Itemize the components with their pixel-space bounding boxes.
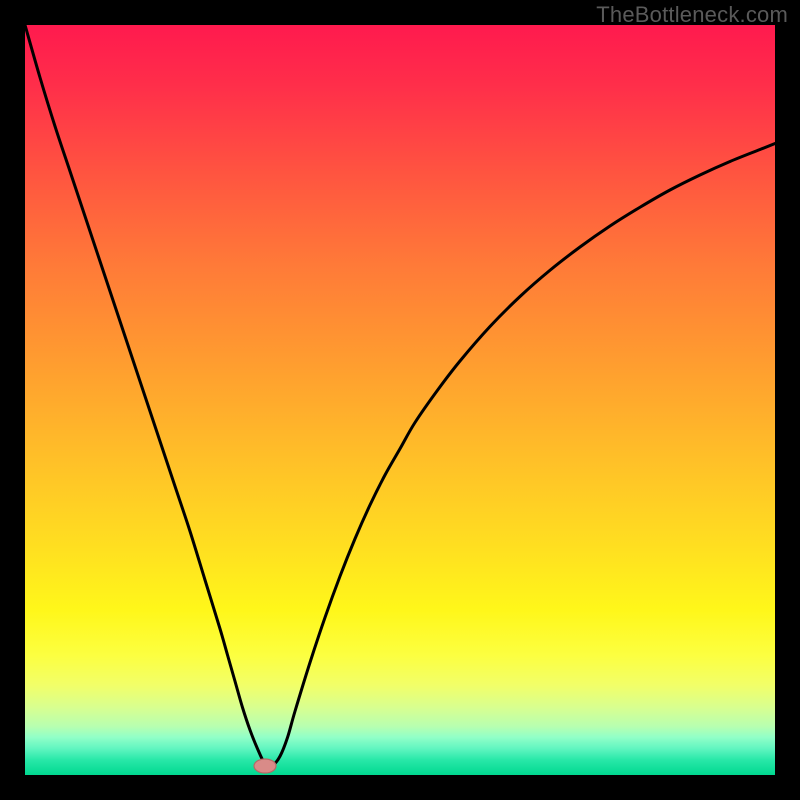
plot-area xyxy=(25,25,775,775)
watermark-text: TheBottleneck.com xyxy=(596,2,788,28)
dot-layer xyxy=(25,25,775,775)
chart-frame: TheBottleneck.com xyxy=(0,0,800,800)
